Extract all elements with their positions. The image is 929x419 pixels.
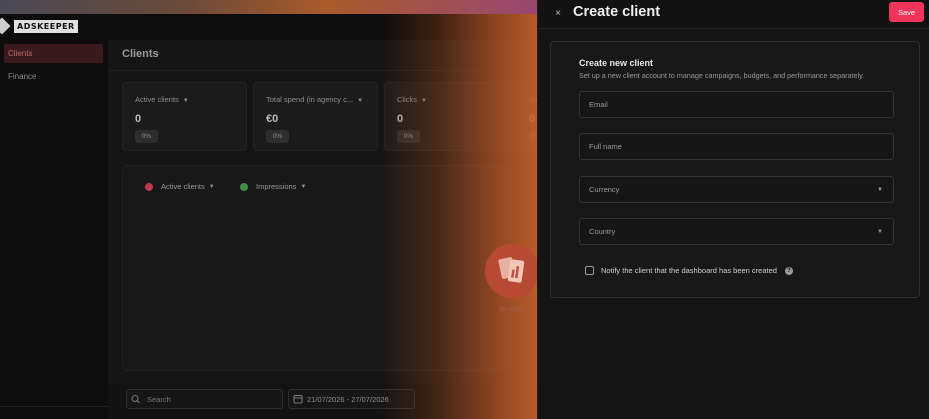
country-select-label: Country xyxy=(589,227,616,236)
logo-text: ADSKEEPER xyxy=(14,19,78,33)
currency-select-label: Currency xyxy=(589,185,620,194)
country-select[interactable]: Country ▼ xyxy=(579,218,894,245)
legend-active-clients[interactable]: Active clients ▼ xyxy=(145,182,215,191)
notify-client-row: Notify the client that the dashboard has… xyxy=(585,266,793,275)
stat-card-impressions: Im 0 0% xyxy=(515,82,539,151)
sidebar-divider xyxy=(0,406,108,407)
chevron-down-icon: ▼ xyxy=(877,229,883,235)
save-button[interactable]: Save xyxy=(889,2,924,22)
chevron-down-icon: ▼ xyxy=(182,98,189,104)
chart-document-icon xyxy=(498,257,525,283)
sidebar-item-label: Finance xyxy=(8,72,37,81)
no-data-text: No data xyxy=(499,306,524,313)
search-icon xyxy=(131,395,140,404)
stat-card-total-spend: Total spend (in agency c... ▼ €0 0% xyxy=(253,82,378,151)
stat-card-change-badge: 0% xyxy=(266,130,289,143)
form-heading: Create new client xyxy=(579,58,654,68)
brand-logo[interactable]: ADSKEEPER xyxy=(0,17,78,35)
legend-label: Impressions xyxy=(256,182,297,191)
stat-card-value: 0 xyxy=(135,113,142,125)
legend-label: Active clients xyxy=(161,182,205,191)
drawer-title: Create client xyxy=(573,4,661,20)
form-subtitle: Set up a new client account to manage ca… xyxy=(579,71,865,80)
search-box[interactable] xyxy=(126,389,283,409)
chevron-down-icon: ▼ xyxy=(300,183,307,190)
title-divider xyxy=(108,70,538,71)
date-range-picker[interactable]: 21/07/2026 - 27/07/2026 xyxy=(288,389,415,409)
calendar-icon xyxy=(293,395,303,404)
email-input[interactable] xyxy=(580,99,871,110)
chevron-down-icon: ▼ xyxy=(421,98,427,104)
stat-card-value: 0 xyxy=(397,113,404,125)
drawer-header: × Create client Save xyxy=(538,0,929,29)
stat-card-active-clients: Active clients ▼ 0 0% xyxy=(122,82,247,151)
help-icon[interactable]: ? xyxy=(784,266,793,275)
sidebar-item-finance[interactable]: Finance xyxy=(4,67,103,86)
main-content: Clients Active clients ▼ 0 0% Total spend… xyxy=(108,40,552,419)
chevron-down-icon: ▼ xyxy=(208,183,215,190)
sidebar-item-clients[interactable]: Clients xyxy=(4,44,103,63)
notify-client-label[interactable]: Notify the client that the dashboard has… xyxy=(601,266,777,275)
search-input[interactable] xyxy=(145,393,269,405)
fullname-field[interactable] xyxy=(579,133,894,160)
chevron-down-icon: ▼ xyxy=(877,187,883,193)
stat-card-label[interactable]: Active clients ▼ xyxy=(135,95,189,104)
create-client-drawer: × Create client Save Create new client S… xyxy=(537,0,929,419)
email-field[interactable] xyxy=(579,91,894,118)
sidebar-item-label: Clients xyxy=(8,49,33,58)
stat-card-clicks: Clicks ▼ 0 0% xyxy=(384,82,509,151)
stat-card-value: 0 xyxy=(529,113,536,125)
notify-client-checkbox[interactable] xyxy=(585,266,594,275)
stat-card-change-badge: 0% xyxy=(135,130,158,143)
date-range-text: 21/07/2026 - 27/07/2026 xyxy=(307,394,389,404)
legend-impressions[interactable]: Impressions ▼ xyxy=(240,182,306,191)
create-client-form: Create new client Set up a new client ac… xyxy=(550,41,920,298)
chevron-down-icon: ▼ xyxy=(357,98,364,104)
legend-dot xyxy=(145,182,153,191)
no-data-icon xyxy=(485,244,539,298)
stat-card-label[interactable]: Clicks ▼ xyxy=(397,95,427,104)
currency-select[interactable]: Currency ▼ xyxy=(579,176,894,203)
stat-card-value: €0 xyxy=(266,113,279,125)
page-title: Clients xyxy=(122,48,159,60)
sidebar: Clients Finance xyxy=(0,40,109,419)
page: ADSKEEPER Clients Finance Clients Active… xyxy=(0,0,929,419)
stat-card-change-badge: 0% xyxy=(397,130,420,143)
close-icon[interactable]: × xyxy=(552,7,564,19)
legend-dot xyxy=(240,182,248,191)
logo-mark-icon xyxy=(0,17,11,35)
fullname-input[interactable] xyxy=(580,141,871,152)
stat-card-label[interactable]: Total spend (in agency c... ▼ xyxy=(266,95,363,104)
